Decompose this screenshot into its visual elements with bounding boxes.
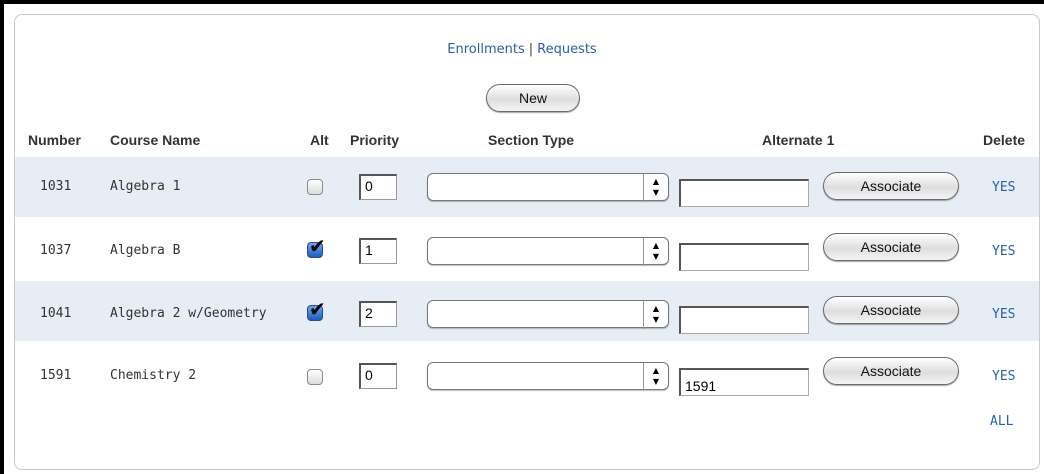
window-frame-left [0,0,4,474]
table-row: 1031 Algebra 1 0 ▲ ▼ Associate YES [15,157,1039,217]
check-icon: ✔ [309,297,326,321]
table-row: 1041 Algebra 2 w/Geometry ✔ 2 ▲ ▼ Associa… [15,281,1039,341]
course-number: 1591 [40,368,72,383]
delete-yes-link[interactable]: YES [992,244,1015,259]
tab-separator: | [528,42,534,57]
course-name: Chemistry 2 [110,368,197,383]
select-arrows-icon: ▲ ▼ [643,363,668,391]
alt-checkbox[interactable]: ✔ [307,299,326,321]
header-alt: Alt [310,132,329,148]
view-tabs: Enrollments | Requests [0,42,1044,57]
section-type-select[interactable]: ▲ ▼ [427,173,669,202]
new-button[interactable]: New [486,84,580,112]
select-arrows-icon: ▲ ▼ [643,238,668,266]
delete-yes-link[interactable]: YES [992,307,1015,322]
select-arrows-icon: ▲ ▼ [643,301,668,329]
alternate-input[interactable] [679,306,809,334]
window-frame-top [0,0,1044,4]
section-type-select[interactable]: ▲ ▼ [427,237,669,266]
priority-input[interactable]: 0 [359,174,397,200]
header-delete: Delete [983,132,1026,148]
course-name: Algebra B [110,243,181,258]
associate-button[interactable]: Associate [823,357,959,385]
delete-yes-link[interactable]: YES [992,369,1015,384]
course-name: Algebra 2 w/Geometry [110,306,267,321]
header-section-type: Section Type [488,132,575,148]
alternate-input[interactable] [679,243,809,271]
priority-input[interactable]: 1 [359,238,397,264]
alternate-input[interactable] [679,179,809,207]
course-number: 1031 [40,179,72,194]
header-number: Number [28,132,81,148]
delete-yes-link[interactable]: YES [992,180,1015,195]
section-type-select[interactable]: ▲ ▼ [427,300,669,329]
associate-button[interactable]: Associate [823,233,959,261]
header-course-name: Course Name [110,132,201,148]
alt-checkbox[interactable]: ✔ [307,236,326,258]
associate-button[interactable]: Associate [823,296,959,324]
course-name: Algebra 1 [110,179,181,194]
alt-checkbox[interactable] [307,369,323,385]
section-type-select[interactable]: ▲ ▼ [427,362,669,391]
header-alternate-1: Alternate 1 [762,132,835,148]
select-arrows-icon: ▲ ▼ [643,174,668,202]
course-number: 1041 [40,306,72,321]
check-icon: ✔ [309,234,326,258]
priority-input[interactable]: 0 [359,363,397,389]
tab-requests[interactable]: Requests [537,42,597,57]
alt-checkbox[interactable] [307,179,323,195]
table-row: 1037 Algebra B ✔ 1 ▲ ▼ Associate YES [15,217,1039,277]
tab-enrollments[interactable]: Enrollments [447,42,524,57]
header-priority: Priority [350,132,400,148]
delete-all-link[interactable]: ALL [990,414,1013,429]
table-row: 1591 Chemistry 2 0 ▲ ▼ 1591 Associate YES [15,345,1039,405]
alternate-input[interactable]: 1591 [679,368,809,396]
associate-button[interactable]: Associate [823,172,959,200]
course-number: 1037 [40,243,72,258]
priority-input[interactable]: 2 [359,301,397,327]
